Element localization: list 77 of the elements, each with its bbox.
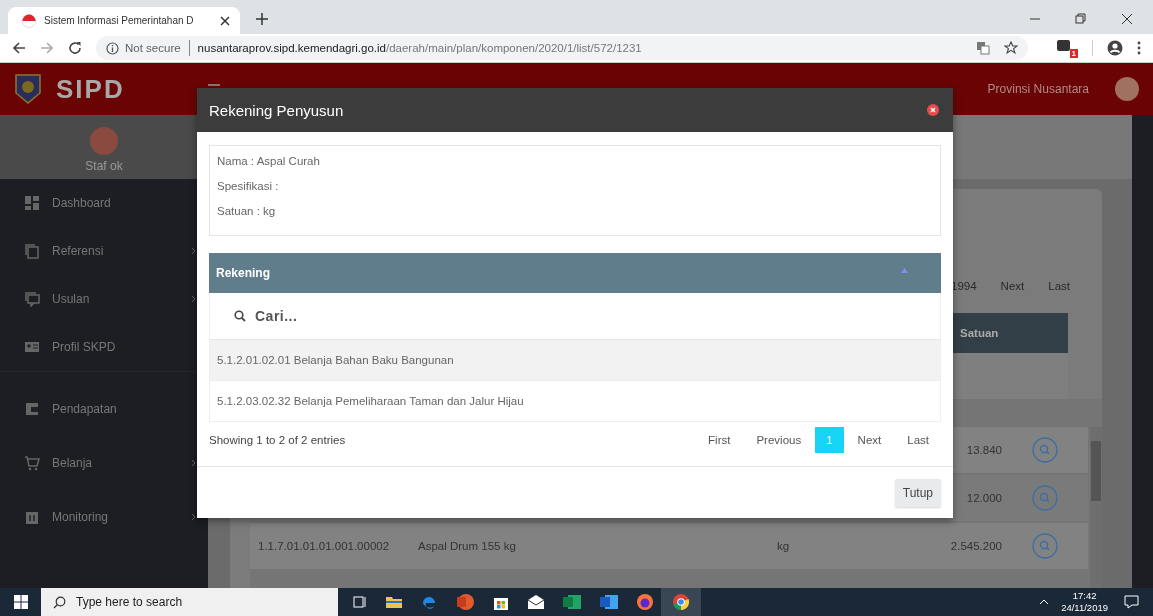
column-header: Satuan (959, 327, 1000, 339)
close-icon[interactable] (1121, 13, 1133, 25)
pagination-link[interactable]: Previous (744, 427, 814, 453)
avatar (90, 127, 118, 155)
modal-title: Rekening Penyusun (209, 101, 344, 119)
table-row[interactable]: 5.1.2.01.02.01 Belanja Bahan Baku Bangunan (209, 340, 941, 381)
entries-info: Showing 1 to 2 of 2 entries (209, 434, 346, 446)
emblem-icon (14, 73, 42, 105)
taskbar-app-button[interactable] (661, 588, 701, 616)
more-icon[interactable] (1137, 41, 1141, 55)
sidebar-item[interactable]: Monitoring (0, 490, 208, 544)
pagination-link[interactable]: Next (845, 427, 894, 453)
pagination-link[interactable]: First (696, 427, 743, 453)
table-cell: Aspal Drum 155 kg (418, 540, 516, 552)
pagination-link[interactable]: Next (988, 280, 1037, 292)
plus-icon[interactable] (256, 13, 268, 25)
profile-icon[interactable] (1107, 40, 1123, 56)
menu-item-icon (24, 455, 40, 471)
sidebar-item[interactable]: Referensi (0, 227, 208, 275)
detail-text: Satuan : kg (217, 204, 277, 219)
search-icon (234, 310, 246, 322)
chevron-up-icon[interactable] (1039, 599, 1050, 605)
mail-icon[interactable] (527, 594, 545, 610)
star-icon[interactable] (1004, 41, 1018, 55)
close-icon[interactable] (220, 15, 230, 26)
detail-text: Spesifikasi : (217, 179, 280, 194)
user-name: Staf ok (85, 159, 123, 173)
translate-icon[interactable] (976, 41, 990, 55)
extension-icon[interactable] (1056, 38, 1072, 53)
task-view-icon[interactable] (352, 594, 368, 610)
spreadsheet-app-icon[interactable] (562, 593, 582, 611)
close-button[interactable]: Tutup (894, 479, 941, 507)
reload-icon[interactable] (68, 41, 82, 55)
close-icon[interactable] (927, 104, 939, 116)
clock[interactable]: 17:42 24/11/2019 (1061, 590, 1108, 614)
pagination-link[interactable]: Last (1036, 280, 1082, 292)
fox-browser-icon[interactable] (636, 593, 654, 611)
search-icon (53, 595, 66, 609)
flag-icon (22, 13, 36, 28)
browser-tab[interactable]: Sistem Informasi Pemerintahan D (8, 7, 240, 34)
table-cell: 12.000 (966, 492, 1002, 504)
sidebar-item[interactable]: Usulan (0, 275, 208, 323)
sidebar-item[interactable]: Profil SKPD (0, 323, 208, 371)
region-name: Provinsi Nusantara (987, 82, 1089, 96)
notification-icon[interactable] (1124, 595, 1139, 609)
menu-item-icon (24, 401, 40, 417)
table-row[interactable]: 5.1.2.03.02.32 Belanja Pemeliharaan Taman dan Jalur Hijau (209, 381, 941, 422)
info-icon (106, 41, 119, 55)
table-cell: kg (777, 540, 790, 552)
address-field[interactable]: Not secure nusantaraprov.sipd.kemendagri.go.id/daerah/main/plan/komponen/2020/1/list/572/1231 (96, 36, 1028, 60)
table-cell: 13.840 (966, 444, 1002, 456)
sidebar-item[interactable]: Belanja (0, 436, 208, 490)
scrollbar[interactable] (1090, 427, 1102, 588)
column-header[interactable]: Rekening (209, 253, 941, 293)
presentation-app-icon[interactable] (455, 593, 475, 611)
table-cell: 2.545.200 (950, 540, 1002, 552)
back-arrow-icon[interactable] (12, 41, 26, 55)
folder-icon[interactable] (385, 594, 403, 610)
restore-icon[interactable] (1075, 13, 1087, 25)
detail-text: Nama : Aspal Curah (217, 154, 321, 169)
menu-item-icon (24, 195, 40, 211)
menu-item-icon (24, 339, 40, 355)
app-logo: SIPD (56, 73, 125, 105)
notification-badge: 1 (1069, 48, 1078, 58)
menu-item-icon (24, 291, 40, 307)
pagination-link[interactable]: Last (895, 427, 941, 453)
menu-item-icon (24, 243, 40, 259)
sidebar-item[interactable]: Dashboard (0, 179, 208, 227)
menu-item-icon (24, 509, 40, 525)
table-cell: 1.1.7.01.01.01.001.00002 (258, 540, 390, 552)
document-app-icon[interactable] (599, 593, 619, 611)
start-icon[interactable] (14, 595, 28, 609)
sort-up-icon (901, 267, 908, 273)
sidebar-item[interactable]: Pendapatan (0, 382, 208, 436)
chrome-browser-icon (672, 593, 690, 611)
avatar[interactable] (1115, 77, 1139, 101)
tab-title: Sistem Informasi Pemerintahan D (44, 15, 195, 26)
